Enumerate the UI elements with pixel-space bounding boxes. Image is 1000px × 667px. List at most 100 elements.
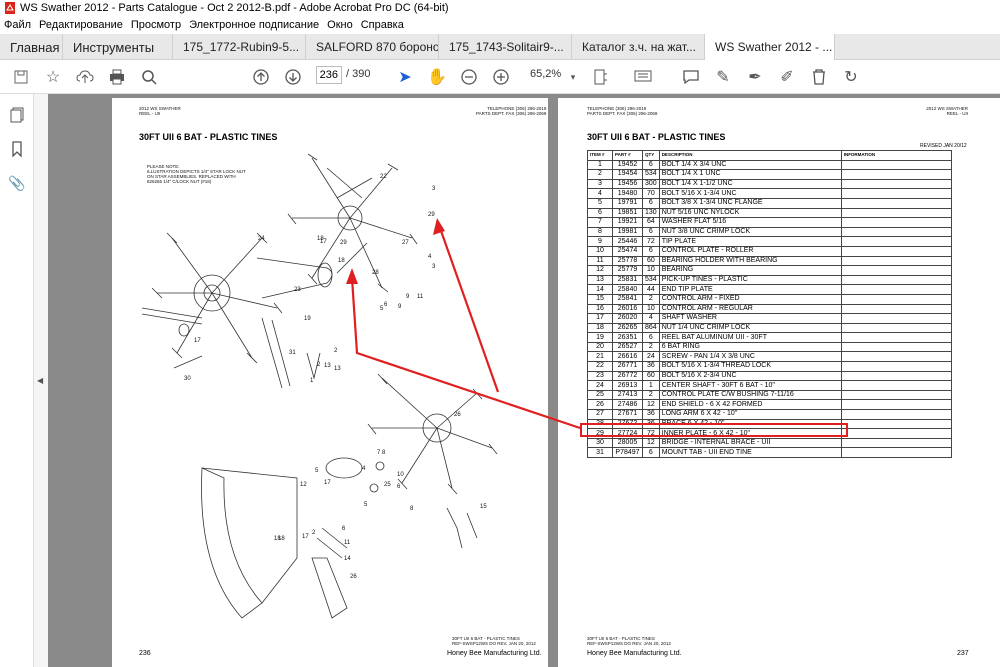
search-icon[interactable]	[138, 66, 160, 88]
cell-description: BEARING	[658, 265, 842, 276]
header-line: REEL - UII	[946, 111, 968, 116]
cell-description: 6 BAT RING	[658, 341, 842, 353]
cell-qty: 72	[642, 236, 660, 247]
delete-icon[interactable]	[808, 66, 830, 88]
acrobat-icon	[5, 2, 15, 14]
pen-icon[interactable]: ✎	[712, 66, 734, 88]
cell-description: CONTROL ARM - FIXED	[658, 293, 842, 305]
table-row: 7 19921 64 WASHER FLAT 5/16	[587, 217, 952, 228]
zoom-level[interactable]: 65,2%	[530, 68, 561, 80]
table-row: 4 19480 70 BOLT 5/16 X 1-3/4 UNC	[587, 188, 952, 199]
cell-part: 19456	[612, 178, 643, 190]
sign-icon[interactable]: ✒	[744, 66, 766, 88]
callout-number: 18	[338, 258, 345, 264]
menu-edit[interactable]: Редактирование	[39, 19, 123, 31]
chevron-down-icon[interactable]: ▾	[562, 66, 584, 88]
zoom-in-icon[interactable]	[490, 66, 512, 88]
callout-number: 17	[302, 534, 309, 540]
tab-home[interactable]: Главная	[0, 34, 63, 60]
left-footer-ref: 30FT UII 6 BAT - PLASTIC TINES REF-SWSP1…	[452, 636, 536, 646]
cell-item: 27	[587, 409, 613, 420]
left-company: Honey Bee Manufacturing Ltd.	[447, 650, 542, 657]
cell-description: TIP PLATE	[658, 236, 842, 247]
star-icon[interactable]: ☆	[42, 66, 64, 88]
menu-file[interactable]: Файл	[4, 19, 31, 31]
page-down-icon[interactable]	[282, 66, 304, 88]
print-icon[interactable]	[106, 66, 128, 88]
callout-number: 6	[342, 526, 346, 532]
table-row: 10 25474 6 CONTROL PLATE - ROLLER	[587, 245, 952, 257]
tab-doc-salford[interactable]: SALFORD 870 бороно...	[306, 34, 439, 60]
menu-help[interactable]: Справка	[361, 19, 404, 31]
save-icon[interactable]	[10, 66, 32, 88]
table-row: 6 19851 130 NUT 5/16 UNC NYLOCK	[587, 207, 952, 219]
refresh-icon[interactable]: ↻	[840, 66, 862, 88]
menu-esign[interactable]: Электронное подписание	[189, 19, 319, 31]
cell-information	[840, 389, 952, 401]
right-page-title: 30FT UII 6 BAT - PLASTIC TINES	[587, 132, 726, 142]
cell-description: BOLT 3/8 X 1-3/4 UNC FLANGE	[658, 197, 842, 209]
callout-number: 5	[315, 468, 319, 474]
callout-number: 29	[428, 212, 435, 218]
cell-item: 1	[587, 159, 613, 171]
cell-item: 20	[587, 341, 613, 353]
table-row: 19 26351 6 REEL BAT ALUMINUM UII - 30FT	[587, 332, 952, 343]
cell-description: BEARING HOLDER WITH BEARING	[658, 255, 842, 267]
tab-doc-ws-swather[interactable]: WS Swather 2012 - ... ×	[705, 34, 835, 60]
attachment-icon[interactable]: 📎	[8, 174, 26, 192]
menu-window[interactable]: Окно	[327, 19, 353, 31]
edit-icon[interactable]: ✐	[776, 66, 798, 88]
cell-information	[840, 284, 952, 295]
cell-part: 19454	[612, 169, 643, 180]
table-row: 31 P78497 6 MOUNT TAB - UII END TINE	[587, 447, 952, 458]
footer-line: REF-SWSP12WS DO REV. JAN 20, 2012	[452, 641, 536, 646]
panel-toggle[interactable]: ◀	[34, 94, 48, 667]
cell-description: PICK-UP TINES - PLASTIC	[658, 274, 842, 286]
select-cursor-icon[interactable]: ➤	[394, 66, 416, 88]
cell-qty: 12	[642, 399, 660, 411]
bookmark-icon[interactable]	[8, 140, 26, 158]
cell-part: 25778	[612, 255, 643, 267]
hand-tool-icon[interactable]: ✋	[426, 66, 448, 88]
cell-information	[840, 265, 952, 276]
page-total: / 390	[346, 68, 371, 80]
cell-qty: 12	[642, 437, 660, 449]
cell-description: BOLT 1/4 X 1-1/2 UNC	[658, 178, 842, 190]
fit-page-icon[interactable]	[590, 66, 612, 88]
table-row: 5 19791 6 BOLT 3/8 X 1-3/4 UNC FLANGE	[587, 197, 952, 209]
cell-part: 19452	[612, 159, 643, 171]
cell-description: CONTROL PLATE - ROLLER	[658, 245, 842, 257]
cell-information	[840, 428, 952, 439]
cell-description: BOLT 1/4 X 3/4 UNC	[658, 159, 842, 171]
cell-information	[840, 332, 952, 343]
tab-doc-rubin[interactable]: 175_1772-Rubin9-5...	[173, 34, 306, 60]
tab-doc-solitair[interactable]: 175_1743-Solitair9-...	[439, 34, 572, 60]
table-row: 12 25779 10 BEARING	[587, 265, 952, 276]
cell-information	[840, 409, 952, 420]
cloud-upload-icon[interactable]	[74, 66, 96, 88]
footer-line: REF-SWSP12WS DO REV. JAN 20, 2012	[587, 641, 671, 646]
comment-icon[interactable]	[680, 66, 702, 88]
cell-information	[840, 236, 952, 247]
table-row: 24 26913 1 CENTER SHAFT - 30FT 6 BAT - 10"	[587, 380, 952, 391]
menu-view[interactable]: Просмотр	[131, 19, 181, 31]
cell-qty: 534	[642, 274, 660, 286]
keyboard-icon[interactable]	[632, 66, 654, 88]
page-up-icon[interactable]	[250, 66, 272, 88]
cell-qty: 6	[642, 226, 660, 238]
tab-doc-catalog[interactable]: Каталог з.ч. на жат...	[572, 34, 705, 60]
table-row: 27 27671 36 LONG ARM 6 X 42 - 10"	[587, 409, 952, 420]
zoom-out-icon[interactable]	[458, 66, 480, 88]
page-number-input[interactable]: 236	[316, 66, 342, 84]
cell-part: 27486	[612, 399, 643, 411]
cell-information	[840, 188, 952, 199]
parts-table: ITEM # PART # QTY DESCRIPTION INFORMATIO…	[587, 150, 952, 458]
cell-information	[840, 303, 952, 315]
cell-description: CENTER SHAFT - 30FT 6 BAT - 10"	[658, 380, 842, 391]
page-thumbnails-icon[interactable]	[8, 106, 26, 124]
cell-part: P78497	[612, 447, 643, 458]
cell-information	[840, 370, 952, 382]
exploded-diagram: 221732918241829 272843952369 11191731 21213…	[141, 153, 498, 619]
tab-tools[interactable]: Инструменты	[63, 34, 173, 60]
cell-part: 26527	[612, 341, 643, 353]
